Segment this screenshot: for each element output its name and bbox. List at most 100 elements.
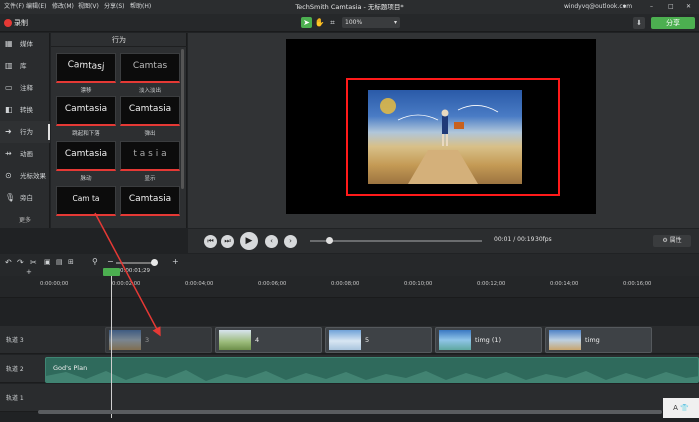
behavior-tile-drift[interactable]: Camtasj	[56, 53, 116, 83]
voice-narration-icon: 🎙	[5, 193, 16, 202]
ruler-tick-label: 0:00:04;00	[185, 281, 214, 287]
sidebar-item-voice-narration[interactable]: 🎙 旁白	[0, 187, 50, 209]
library-icon: ▥	[5, 61, 13, 70]
zoom-select[interactable]: 100% ▾	[342, 17, 400, 28]
gear-icon: ⚙	[662, 237, 670, 244]
ruler-tick-label: 0:00:14;00	[550, 281, 579, 287]
annotation-icon: ▭	[5, 83, 13, 92]
menu-bar: 文件(F) 编辑(E) 修改(M) 视图(V) 分享(S) 帮助(H) Tech…	[0, 0, 699, 14]
media-clip[interactable]: 3	[105, 327, 212, 353]
preview-image[interactable]	[368, 90, 522, 184]
playback-controls: ⏮ ⏭ ▶ ‹ › 00:01 / 00:19 30fps ⚙ 属性	[188, 229, 699, 253]
behavior-tile-reveal[interactable]: t a s i a	[120, 141, 180, 171]
maximize-button[interactable]: □	[668, 0, 674, 14]
transition-icon: ◧	[5, 105, 13, 114]
redo-icon[interactable]: ↷	[17, 258, 24, 267]
canvas-area	[188, 33, 699, 228]
behavior-tile-hop[interactable]: Camtasia	[56, 96, 116, 126]
zoom-out-icon[interactable]: −	[107, 257, 114, 266]
video-canvas[interactable]	[286, 39, 596, 214]
behavior-tile-pop-up[interactable]: Camtasia	[120, 96, 180, 126]
download-icon[interactable]: ⬇	[633, 17, 645, 29]
undo-icon[interactable]: ↶	[5, 258, 12, 267]
close-button[interactable]: ✕	[686, 0, 691, 14]
time-ruler[interactable]: 0:00:00;00 0:00:02;00 0:00:04;00 0:00:06…	[0, 276, 699, 298]
sidebar-item-behaviors[interactable]: ➜ 行为	[0, 121, 50, 143]
watermark-logo-icon: A 👕	[663, 398, 699, 418]
clip-thumbnail	[109, 330, 141, 350]
cursor-effect-icon: ⊙	[5, 171, 12, 180]
timeline-zoom-slider[interactable]	[116, 262, 154, 264]
add-track-icon[interactable]: +	[26, 268, 32, 276]
cut-icon[interactable]: ✂	[30, 258, 37, 267]
clip-thumbnail	[329, 330, 361, 350]
panel-scrollbar[interactable]	[181, 49, 184, 189]
sidebar-item-cursor-effects[interactable]: ⊙ 光标效果	[0, 165, 50, 187]
behavior-tile-fade[interactable]: Camtas	[120, 53, 180, 83]
playhead-line[interactable]	[111, 268, 112, 418]
select-tool-icon[interactable]: ➤	[301, 17, 312, 28]
sidebar-item-animations[interactable]: ⇸ 动画	[0, 143, 50, 165]
sidebar-item-transitions[interactable]: ◧ 转换	[0, 99, 50, 121]
timeline-zoom-knob[interactable]	[151, 259, 158, 266]
playhead-time: 0:00:01;29	[120, 268, 151, 274]
behavior-tile-scale[interactable]: Cam ta	[56, 186, 116, 216]
behavior-tile-pulsate[interactable]: Camtasia	[56, 141, 116, 171]
audio-clip[interactable]: God's Plan	[45, 357, 699, 383]
more-button[interactable]: 更多	[0, 215, 50, 224]
media-clip[interactable]: timg	[545, 327, 652, 353]
media-clip[interactable]: 5	[325, 327, 432, 353]
toolbar: 录制 ➤ ✋ ⌗ 100% ▾ ⬇ 分享	[0, 14, 699, 32]
account-email[interactable]: windyvq@outlook.com	[564, 0, 632, 14]
media-icon: ▦	[5, 39, 13, 48]
step-forward-icon[interactable]: ⏭	[221, 235, 234, 248]
behavior-caption: 漂移	[80, 88, 92, 94]
behavior-caption: 跳起和下落	[72, 131, 100, 137]
scrubber-knob[interactable]	[326, 237, 333, 244]
account-dropdown-icon[interactable]: ▾	[623, 0, 626, 14]
clip-thumbnail	[439, 330, 471, 350]
ruler-tick-label: 0:00:12;00	[477, 281, 506, 287]
zoom-in-icon[interactable]: +	[172, 257, 179, 266]
sidebar-item-media[interactable]: ▦ 媒体	[0, 33, 50, 55]
audio-waveform	[46, 370, 698, 382]
behavior-icon: ➜	[5, 127, 12, 136]
crop-tool-icon[interactable]: ⌗	[327, 17, 338, 28]
copy-icon[interactable]: ▣	[44, 258, 51, 266]
playhead-handle[interactable]	[103, 268, 120, 276]
sidebar-item-annotations[interactable]: ▭ 注释	[0, 77, 50, 99]
play-button[interactable]: ▶	[240, 232, 258, 250]
behaviors-panel: 行为 Camtasj 漂移 Camtas 淡入淡出 Camtasia 跳起和下落…	[51, 33, 187, 228]
ruler-tick-label: 0:00:00;00	[40, 281, 69, 287]
properties-button[interactable]: ⚙ 属性	[653, 235, 691, 247]
previous-icon[interactable]: ‹	[265, 235, 278, 248]
minimize-button[interactable]: –	[650, 0, 653, 14]
panel-title: 行为	[51, 33, 187, 47]
pan-tool-icon[interactable]: ✋	[314, 17, 325, 28]
ruler-tick-label: 0:00:06;00	[258, 281, 287, 287]
behavior-tile-shift[interactable]: Camtasia	[120, 186, 180, 216]
next-icon[interactable]: ›	[284, 235, 297, 248]
animation-icon: ⇸	[5, 149, 12, 158]
record-button[interactable]: 录制	[4, 17, 28, 29]
media-clip[interactable]: 4	[215, 327, 322, 353]
step-back-icon[interactable]: ⏮	[204, 235, 217, 248]
scrubber-track[interactable]	[310, 240, 482, 242]
ruler-tick-label: 0:00:16;00	[623, 281, 652, 287]
chevron-down-icon: ▾	[393, 19, 397, 26]
sidebar-item-library[interactable]: ▥ 库	[0, 55, 50, 77]
split-icon[interactable]: ⊞	[68, 258, 74, 266]
media-clip[interactable]: timg (1)	[435, 327, 542, 353]
track-1[interactable]: 轨道 1	[0, 384, 699, 412]
timeline-scrollbar[interactable]	[38, 410, 662, 414]
scene-illustration	[380, 98, 499, 184]
tools-sidebar: ▦ 媒体 ▥ 库 ▭ 注释 ◧ 转换 ➜ 行为 ⇸ 动画 ⊙ 光标效果 🎙 旁白 更多	[0, 33, 50, 228]
search-icon[interactable]: ⚲	[92, 257, 98, 266]
record-icon	[4, 19, 12, 27]
paste-icon[interactable]: ▤	[56, 258, 63, 266]
fps-label: 30fps	[535, 236, 552, 243]
clip-thumbnail	[219, 330, 251, 350]
share-button[interactable]: 分享	[651, 17, 695, 29]
behavior-caption: 淡入淡出	[138, 88, 161, 94]
ruler-tick-label: 0:00:02;00	[112, 281, 141, 287]
